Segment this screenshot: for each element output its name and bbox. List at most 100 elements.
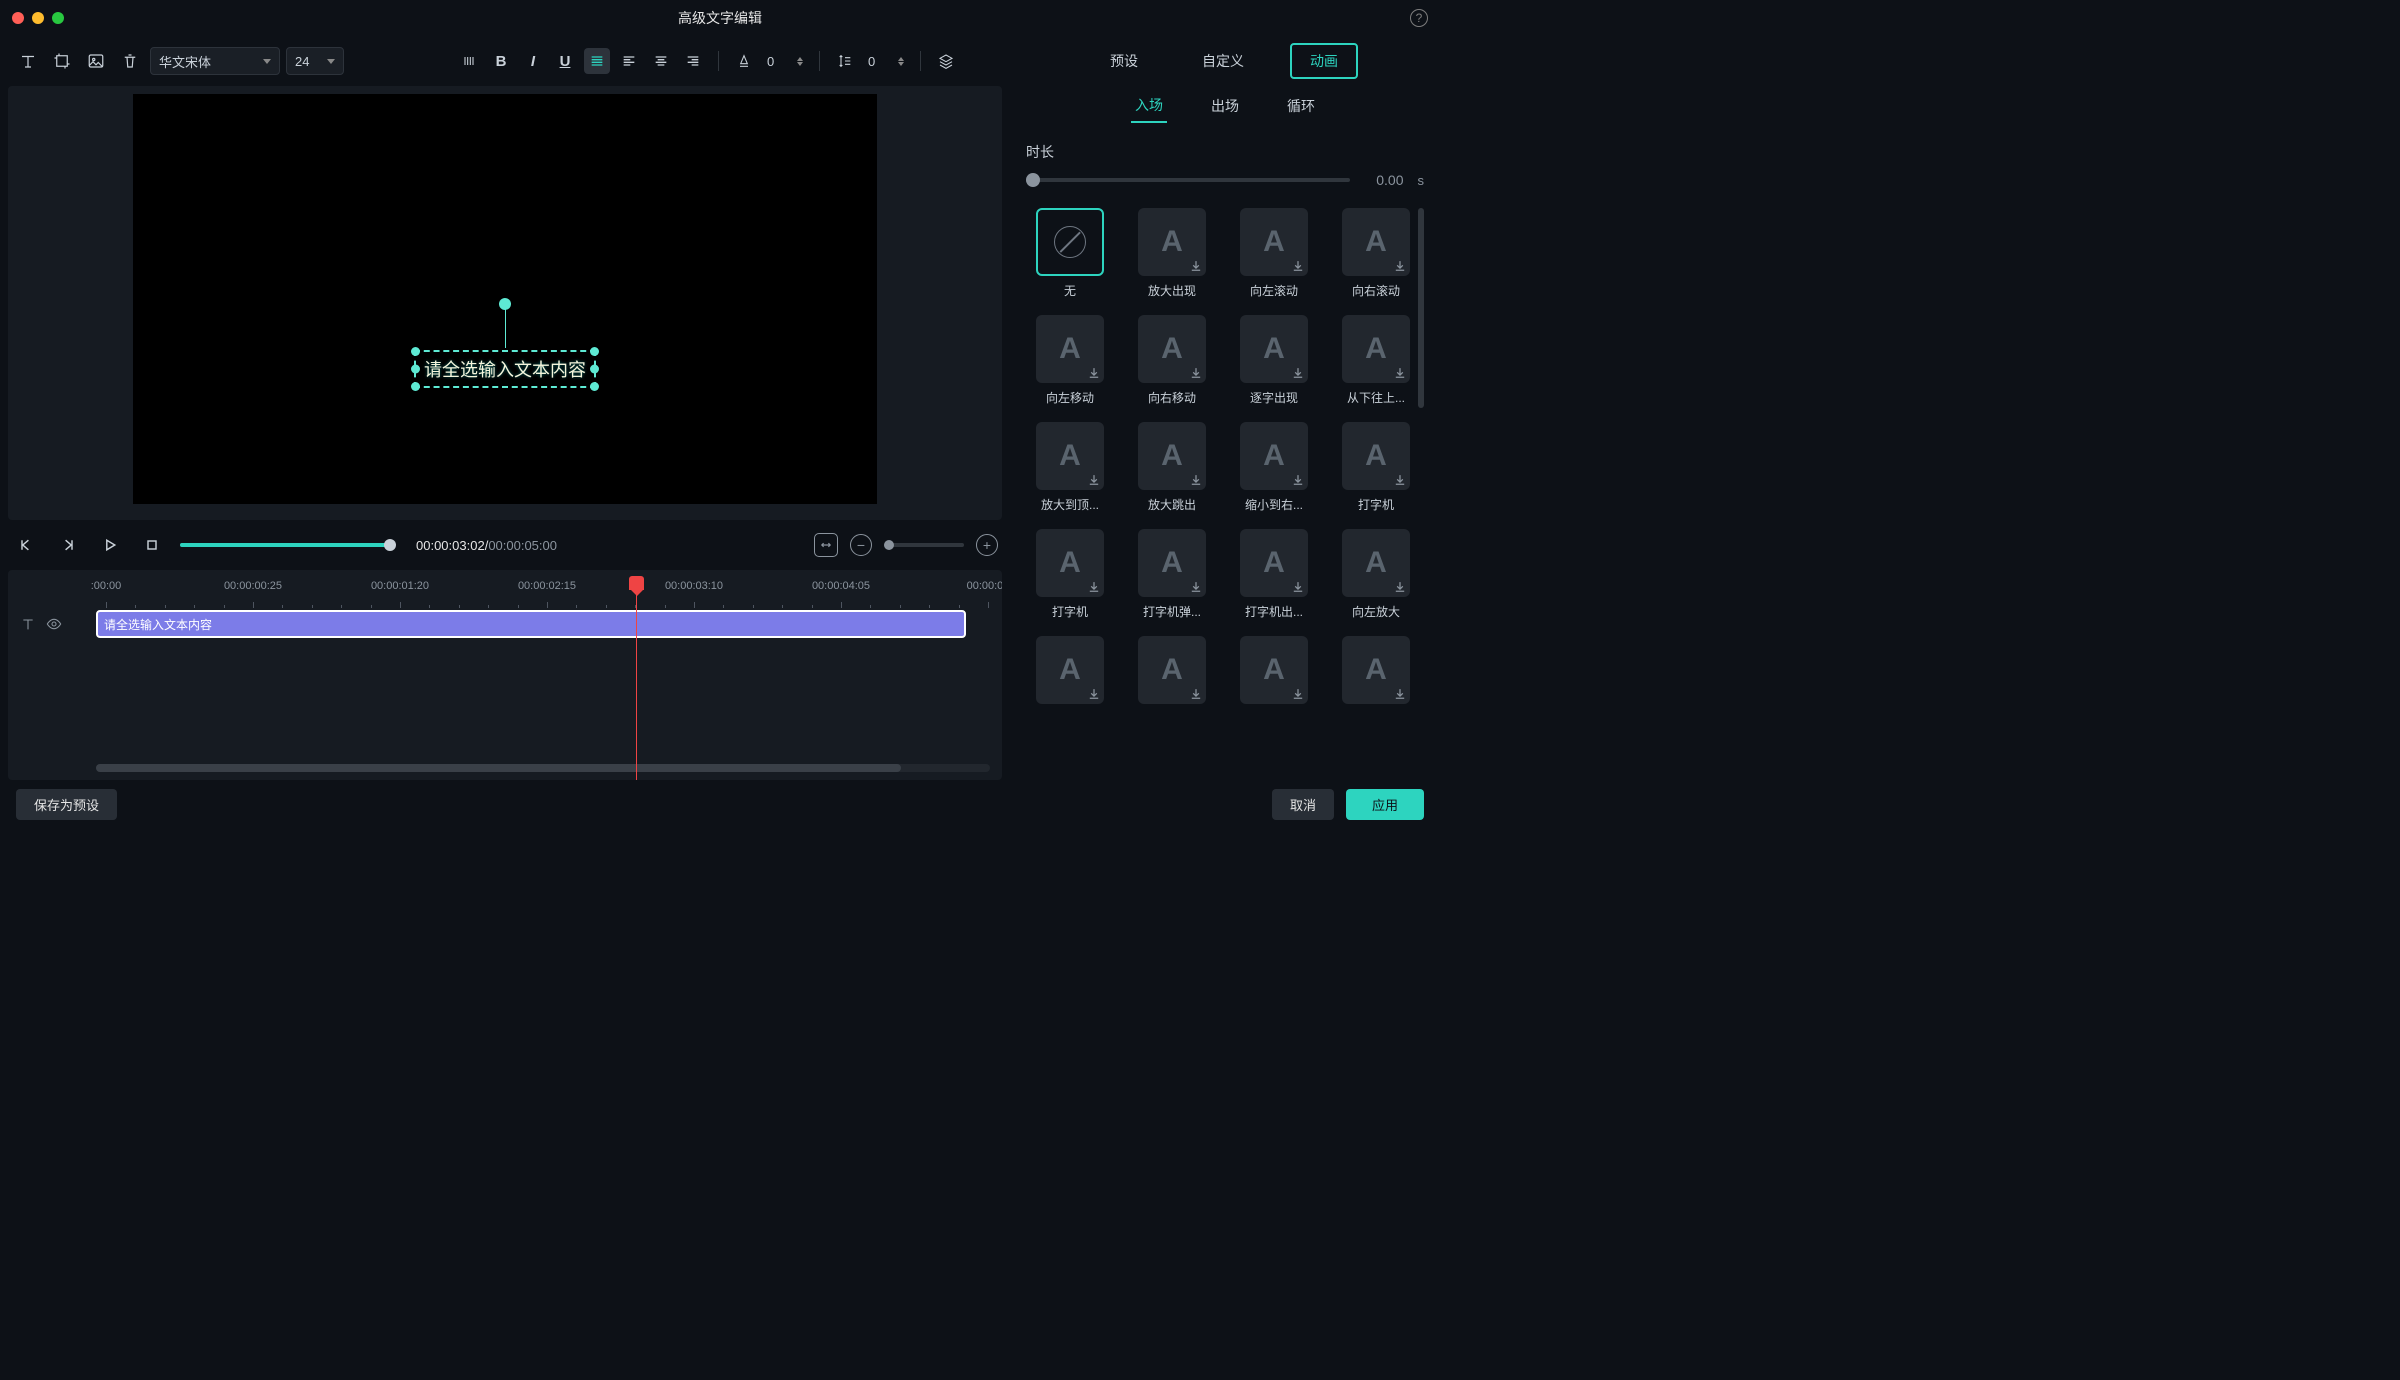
tab-preset[interactable]: 预设 <box>1092 45 1156 77</box>
italic-button[interactable]: I <box>520 48 546 74</box>
layers-icon[interactable] <box>933 48 959 74</box>
align-center-button[interactable] <box>648 48 674 74</box>
preset-item[interactable]: A向左移动 <box>1026 315 1114 406</box>
preset-thumb[interactable] <box>1036 208 1104 276</box>
bold-button[interactable]: B <box>488 48 514 74</box>
line-height-stepper[interactable]: 0 <box>864 48 908 74</box>
download-icon <box>1393 687 1407 701</box>
align-justify-button[interactable] <box>584 48 610 74</box>
resize-handle-ml[interactable] <box>411 364 420 373</box>
preset-item[interactable]: 无 <box>1026 208 1114 299</box>
font-select[interactable]: 华文宋体 <box>150 47 280 75</box>
align-right-button[interactable] <box>680 48 706 74</box>
subtab-loop[interactable]: 循环 <box>1283 90 1319 122</box>
preset-thumb[interactable]: A <box>1342 315 1410 383</box>
resize-handle-mr[interactable] <box>590 364 599 373</box>
align-left-button[interactable] <box>616 48 642 74</box>
text-tool-icon[interactable] <box>14 47 42 75</box>
preset-thumb[interactable]: A <box>1342 208 1410 276</box>
text-color-button[interactable] <box>731 48 757 74</box>
preset-thumb[interactable]: A <box>1138 636 1206 704</box>
preset-item[interactable]: A打字机出... <box>1230 529 1318 620</box>
preset-item[interactable]: A放大出现 <box>1128 208 1216 299</box>
preset-thumb[interactable]: A <box>1138 315 1206 383</box>
stop-button[interactable] <box>138 531 166 559</box>
subtab-out[interactable]: 出场 <box>1207 90 1243 122</box>
preset-item[interactable]: A逐字出现 <box>1230 315 1318 406</box>
preset-thumb[interactable]: A <box>1036 422 1104 490</box>
preset-thumb[interactable]: A <box>1036 636 1104 704</box>
preset-thumb[interactable]: A <box>1138 529 1206 597</box>
text-box[interactable]: 请全选输入文本内容 <box>414 350 596 388</box>
preset-thumb[interactable]: A <box>1138 422 1206 490</box>
preset-item[interactable]: A向左滚动 <box>1230 208 1318 299</box>
resize-handle-br[interactable] <box>590 382 599 391</box>
line-height-icon[interactable] <box>832 48 858 74</box>
tab-animation[interactable]: 动画 <box>1290 43 1358 79</box>
preset-thumb[interactable]: A <box>1240 315 1308 383</box>
timecode: 00:00:03:02/00:00:05:00 <box>416 538 557 553</box>
letter-spacing-stepper[interactable]: 0 <box>763 48 807 74</box>
apply-button[interactable]: 应用 <box>1346 789 1424 820</box>
delete-tool-icon[interactable] <box>116 47 144 75</box>
preset-item[interactable]: A打字机弹... <box>1128 529 1216 620</box>
timeline-ruler[interactable]: :00:0000:00:00:2500:00:01:2000:00:02:150… <box>96 578 1002 608</box>
next-frame-button[interactable] <box>54 531 82 559</box>
preset-thumb[interactable]: A <box>1342 529 1410 597</box>
zoom-out-icon[interactable]: − <box>850 534 872 556</box>
preset-item[interactable]: A <box>1128 636 1216 710</box>
timeline-clip[interactable]: 请全选输入文本内容 <box>96 610 966 638</box>
preset-item[interactable]: A放大跳出 <box>1128 422 1216 513</box>
subtab-in[interactable]: 入场 <box>1131 89 1167 123</box>
fit-screen-icon[interactable] <box>814 533 838 557</box>
preset-thumb[interactable]: A <box>1240 529 1308 597</box>
preset-item[interactable]: A向左放大 <box>1332 529 1420 620</box>
text-track-icon[interactable] <box>20 616 36 632</box>
preset-thumb[interactable]: A <box>1342 422 1410 490</box>
preset-item[interactable]: A向右滚动 <box>1332 208 1420 299</box>
underline-button[interactable]: U <box>552 48 578 74</box>
preset-item[interactable]: A <box>1332 636 1420 710</box>
preset-thumb[interactable]: A <box>1036 529 1104 597</box>
clear-format-icon[interactable] <box>456 48 482 74</box>
preset-glyph: A <box>1059 546 1081 580</box>
resize-handle-tl[interactable] <box>411 347 420 356</box>
preset-item[interactable]: A向右移动 <box>1128 315 1216 406</box>
preset-item[interactable]: A打字机 <box>1026 529 1114 620</box>
resize-handle-bl[interactable] <box>411 382 420 391</box>
preset-thumb[interactable]: A <box>1138 208 1206 276</box>
preset-item[interactable]: A缩小到右... <box>1230 422 1318 513</box>
preset-glyph: A <box>1161 225 1183 259</box>
preset-thumb[interactable]: A <box>1240 636 1308 704</box>
text-content[interactable]: 请全选输入文本内容 <box>424 356 586 382</box>
resize-handle-tr[interactable] <box>590 347 599 356</box>
zoom-in-icon[interactable]: + <box>976 534 998 556</box>
font-size-select[interactable]: 24 <box>286 47 344 75</box>
duration-value: 0.00 <box>1364 172 1404 188</box>
rotation-handle[interactable] <box>499 298 511 310</box>
play-button[interactable] <box>96 531 124 559</box>
save-preset-button[interactable]: 保存为预设 <box>16 789 117 820</box>
preset-item[interactable]: A从下往上... <box>1332 315 1420 406</box>
preset-thumb[interactable]: A <box>1240 422 1308 490</box>
zoom-slider[interactable] <box>884 543 964 547</box>
playhead[interactable] <box>636 576 637 780</box>
duration-slider[interactable] <box>1026 178 1350 182</box>
crop-tool-icon[interactable] <box>48 47 76 75</box>
preset-item[interactable]: A放大到顶... <box>1026 422 1114 513</box>
preset-item[interactable]: A <box>1026 636 1114 710</box>
cancel-button[interactable]: 取消 <box>1272 789 1334 820</box>
timeline-scrollbar[interactable] <box>96 764 990 772</box>
visibility-icon[interactable] <box>46 616 62 632</box>
preset-thumb[interactable]: A <box>1342 636 1410 704</box>
progress-slider[interactable] <box>180 543 390 547</box>
prev-frame-button[interactable] <box>12 531 40 559</box>
scrollbar[interactable] <box>1418 208 1424 408</box>
preset-thumb[interactable]: A <box>1240 208 1308 276</box>
preset-item[interactable]: A <box>1230 636 1318 710</box>
preset-thumb[interactable]: A <box>1036 315 1104 383</box>
tab-custom[interactable]: 自定义 <box>1184 45 1262 77</box>
preview-canvas[interactable]: 请全选输入文本内容 <box>133 94 877 504</box>
preset-item[interactable]: A打字机 <box>1332 422 1420 513</box>
image-tool-icon[interactable] <box>82 47 110 75</box>
